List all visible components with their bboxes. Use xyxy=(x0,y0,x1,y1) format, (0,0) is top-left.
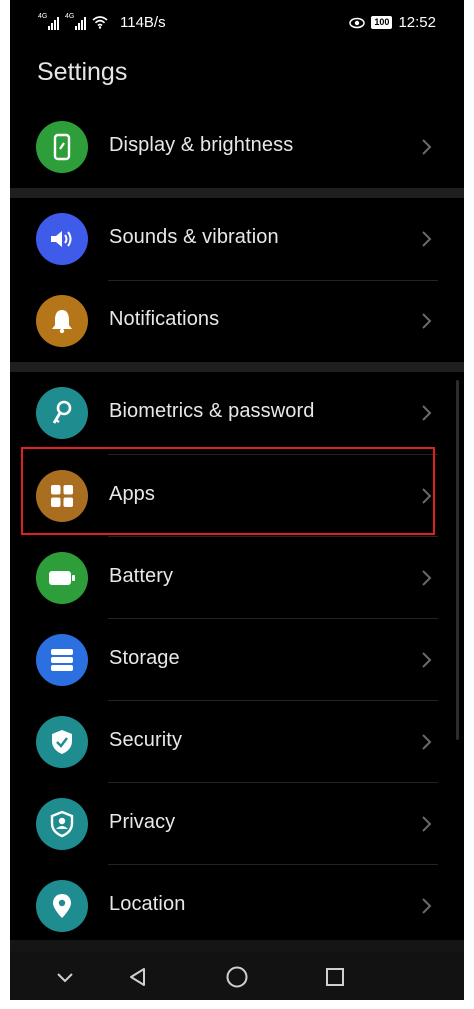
settings-item-biometrics[interactable]: Biometrics & password xyxy=(10,372,464,454)
storage-icon xyxy=(36,634,88,686)
settings-item-label: Privacy xyxy=(109,811,176,833)
shield-check-icon xyxy=(36,716,88,768)
settings-item-display[interactable]: Display & brightness xyxy=(10,106,464,188)
chevron-right-icon xyxy=(422,570,432,586)
battery-icon xyxy=(36,552,88,604)
settings-item-battery[interactable]: Battery xyxy=(10,537,464,619)
wifi-icon xyxy=(92,16,108,29)
settings-item-notifications[interactable]: Notifications xyxy=(10,280,464,362)
chevron-right-icon xyxy=(422,734,432,750)
home-button[interactable] xyxy=(224,964,250,990)
clock: 12:52 xyxy=(398,14,436,31)
home-circle-icon xyxy=(226,966,248,988)
settings-item-label: Location xyxy=(109,893,186,915)
recents-button[interactable] xyxy=(322,964,348,990)
status-bar: 4G 4G 114B/s 100 12:52 xyxy=(10,0,464,44)
chevron-right-icon xyxy=(422,652,432,668)
settings-item-label: Storage xyxy=(109,647,180,669)
volume-icon xyxy=(36,213,88,265)
section-separator xyxy=(10,362,464,372)
settings-item-label: Battery xyxy=(109,565,174,587)
settings-item-privacy[interactable]: Privacy xyxy=(10,783,464,865)
battery-indicator: 100 xyxy=(371,16,393,29)
chevron-right-icon xyxy=(422,139,432,155)
settings-item-storage[interactable]: Storage xyxy=(10,619,464,701)
key-icon xyxy=(36,387,88,439)
recents-square-icon xyxy=(326,968,344,986)
eye-comfort-icon xyxy=(349,17,366,28)
scroll-indicator[interactable] xyxy=(456,380,459,740)
settings-item-label: Display & brightness xyxy=(109,134,294,156)
back-button[interactable] xyxy=(125,964,151,990)
signal-icon-2: 4G xyxy=(65,13,86,30)
location-pin-icon xyxy=(36,880,88,932)
settings-item-label: Sounds & vibration xyxy=(109,226,279,248)
section-separator xyxy=(10,188,464,198)
signal-icon: 4G xyxy=(38,13,59,30)
apps-highlight-box xyxy=(21,447,435,535)
navigation-bar xyxy=(10,952,464,1000)
settings-item-location[interactable]: Location xyxy=(10,865,464,947)
chevron-right-icon xyxy=(422,898,432,914)
chevron-down-icon xyxy=(57,973,73,983)
chevron-right-icon xyxy=(422,816,432,832)
chevron-right-icon xyxy=(422,313,432,329)
chevron-right-icon xyxy=(422,231,432,247)
settings-item-label: Biometrics & password xyxy=(109,400,315,422)
settings-item-sounds[interactable]: Sounds & vibration xyxy=(10,198,464,280)
settings-item-security[interactable]: Security xyxy=(10,701,464,783)
settings-item-label: Notifications xyxy=(109,308,220,330)
display-icon xyxy=(36,121,88,173)
bell-icon xyxy=(36,295,88,347)
chevron-right-icon xyxy=(422,405,432,421)
page-title: Settings xyxy=(37,58,128,86)
collapse-nav-button[interactable] xyxy=(52,964,78,990)
settings-item-label: Security xyxy=(109,729,183,751)
back-triangle-icon xyxy=(130,968,145,986)
privacy-shield-icon xyxy=(36,798,88,850)
network-speed: 114B/s xyxy=(120,14,166,31)
